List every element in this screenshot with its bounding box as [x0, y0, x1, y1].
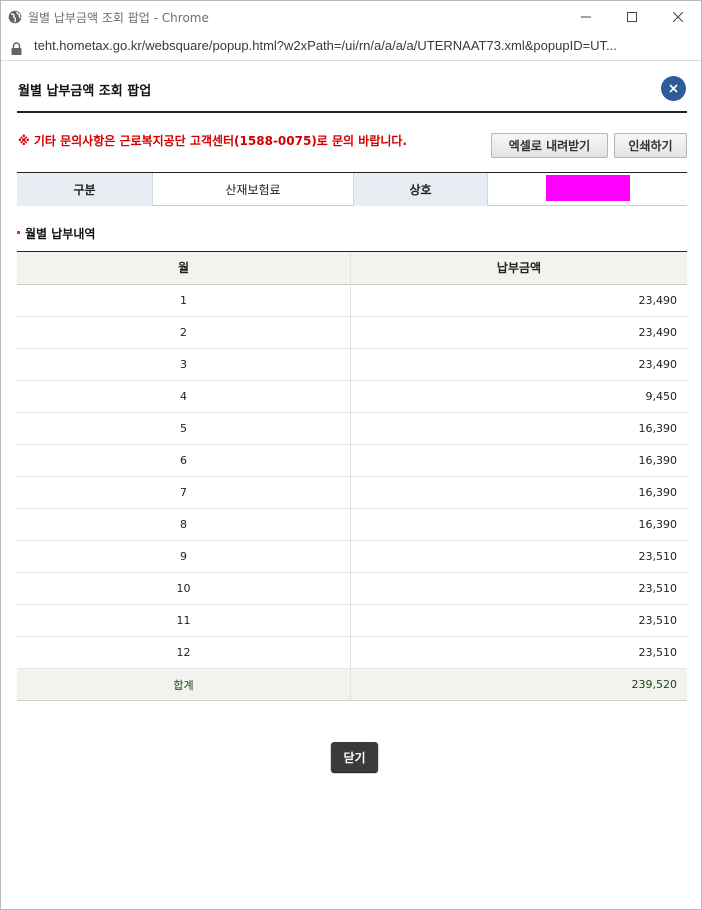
url-text[interactable]: teht.hometax.go.kr/websquare/popup.html?… — [34, 38, 617, 53]
window-title: 월별 납부금액 조회 팝업 - Chrome — [28, 11, 209, 25]
table-row: 1 23,490 — [17, 285, 687, 317]
table-row: 6 16,390 — [17, 445, 687, 477]
month-cell: 7 — [17, 477, 351, 508]
amount-cell: 23,510 — [638, 550, 678, 563]
amount-cell: 9,450 — [645, 390, 678, 403]
browser-window: 월별 납부금액 조회 팝업 - Chrome teht.hometax.go.k… — [0, 0, 702, 910]
bullet-icon — [17, 231, 20, 234]
table-header-row: 월 납부금액 — [17, 252, 687, 285]
amount-cell: 23,510 — [638, 646, 678, 659]
print-button[interactable]: 인쇄하기 — [614, 133, 687, 158]
excel-download-button[interactable]: 엑셀로 내려받기 — [491, 133, 608, 158]
total-amount: 239,520 — [631, 678, 678, 691]
month-cell: 9 — [17, 541, 351, 572]
redacted-company-name — [546, 175, 630, 201]
section-title-text: 월별 납부내역 — [25, 227, 96, 241]
close-icon — [673, 11, 683, 22]
table-row: 12 23,510 — [17, 637, 687, 669]
company-label: 상호 — [353, 173, 487, 206]
column-header-amount: 납부금액 — [496, 261, 542, 275]
month-cell: 10 — [17, 573, 351, 604]
info-table: 구분 산재보험료 상호 — [17, 172, 687, 206]
table-row: 10 23,510 — [17, 573, 687, 605]
address-bar[interactable]: teht.hometax.go.kr/websquare/popup.html?… — [1, 32, 701, 61]
month-cell: 8 — [17, 509, 351, 540]
amount-cell: 23,510 — [638, 582, 678, 595]
table-row: 2 23,490 — [17, 317, 687, 349]
maximize-button[interactable] — [609, 1, 655, 32]
lock-icon — [11, 40, 22, 55]
total-label: 합계 — [17, 669, 351, 700]
amount-cell: 23,490 — [638, 358, 678, 371]
month-cell: 5 — [17, 413, 351, 444]
table-row: 8 16,390 — [17, 509, 687, 541]
maximize-icon — [627, 11, 637, 22]
type-label: 구분 — [17, 173, 152, 206]
minimize-button[interactable] — [563, 1, 609, 32]
month-cell: 4 — [17, 381, 351, 412]
notice-text: ※ 기타 문의사항은 근로복지공단 고객센터(1588-0075)로 문의 바랍… — [18, 134, 407, 148]
type-value: 산재보험료 — [152, 173, 353, 206]
table-row: 5 16,390 — [17, 413, 687, 445]
table-row: 11 23,510 — [17, 605, 687, 637]
amount-cell: 16,390 — [638, 422, 678, 435]
window-close-button[interactable] — [655, 1, 701, 32]
month-cell: 1 — [17, 285, 351, 316]
title-bar: 월별 납부금액 조회 팝업 - Chrome — [1, 1, 701, 32]
close-button[interactable]: 닫기 — [331, 742, 378, 772]
column-header-month: 월 — [17, 252, 351, 283]
table-body: 1 23,490 2 23,490 3 23,490 4 9,450 5 16,390 6 16,39… — [17, 285, 687, 669]
monthly-table: 월 납부금액 1 23,490 2 23,490 3 23,490 4 9,450 5 16,39… — [17, 251, 687, 701]
popup-close-button[interactable] — [661, 76, 686, 101]
month-cell: 11 — [17, 605, 351, 636]
amount-cell: 16,390 — [638, 454, 678, 467]
month-cell: 3 — [17, 349, 351, 380]
amount-cell: 23,490 — [638, 326, 678, 339]
company-value-cell — [487, 173, 687, 206]
amount-cell: 23,490 — [638, 294, 678, 307]
table-row: 9 23,510 — [17, 541, 687, 573]
month-cell: 6 — [17, 445, 351, 476]
table-row: 3 23,490 — [17, 349, 687, 381]
popup-title: 월별 납부금액 조회 팝업 — [18, 84, 152, 99]
table-row: 4 9,450 — [17, 381, 687, 413]
table-row: 7 16,390 — [17, 477, 687, 509]
title-divider — [17, 111, 687, 113]
popup-close-icon — [669, 84, 678, 93]
month-cell: 12 — [17, 637, 351, 668]
minimize-icon — [581, 16, 591, 17]
table-total-row: 합계 239,520 — [17, 669, 687, 701]
section-title: 월별 납부내역 — [17, 225, 95, 242]
month-cell: 2 — [17, 317, 351, 348]
amount-cell: 16,390 — [638, 518, 678, 531]
amount-cell: 16,390 — [638, 486, 678, 499]
amount-cell: 23,510 — [638, 614, 678, 627]
globe-icon — [8, 9, 22, 24]
